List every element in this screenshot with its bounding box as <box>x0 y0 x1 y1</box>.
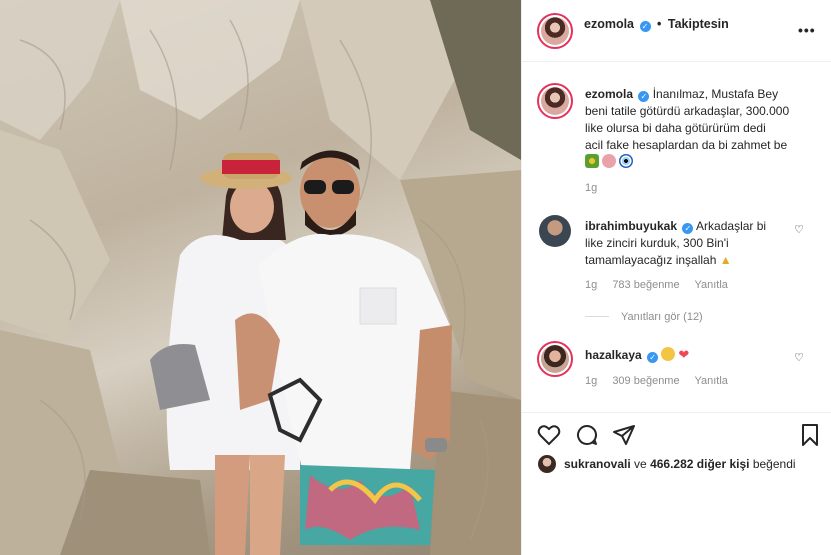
post-actions-bar <box>522 412 831 454</box>
comment-line-2: like zinciri kurduk, 300 Bin'i <box>585 236 729 250</box>
bookmark-icon[interactable] <box>798 423 822 447</box>
follow-status-button[interactable]: Takiptesin <box>668 17 729 31</box>
comment-text: hazalkaya ✓ ❤ <box>585 346 795 364</box>
verified-badge-icon: ✓ <box>682 223 694 234</box>
comment-username[interactable]: ibrahimbuyukak <box>585 219 677 233</box>
comment-timestamp: 1g <box>585 375 598 387</box>
caption-line-2: beni tatile götürdü arkadaşlar, 300.000 <box>585 104 790 118</box>
laughing-emoji-icon <box>661 347 676 361</box>
author-username[interactable]: ezomola <box>584 17 634 31</box>
post-photo[interactable] <box>0 0 521 555</box>
comment-like-icon[interactable]: ♡ <box>794 223 804 236</box>
replies-divider <box>585 316 609 317</box>
commenter-avatar[interactable] <box>537 341 573 377</box>
caption-line-4: acil fake hesaplardan da bi zahmet be <box>585 138 788 152</box>
comment-timestamp: 1g <box>585 279 598 291</box>
clover-emoji-icon <box>585 154 599 168</box>
caption-text: ezomola ✓ İnanılmaz, Mustafa Bey beni ta… <box>585 86 815 171</box>
comment-text: ibrahimbuyukak ✓ Arkadaşlar bi like zinc… <box>585 218 795 269</box>
header-line: ezomola ✓ • Takiptesin <box>584 17 729 32</box>
view-replies-label: Yanıtları gör (12) <box>621 311 703 323</box>
comment-like-count[interactable]: 309 beğenme <box>612 375 679 387</box>
commenter-avatar[interactable] <box>539 215 571 247</box>
comment-like-icon[interactable]: ♡ <box>794 351 804 364</box>
more-options-icon[interactable]: ••• <box>798 22 816 38</box>
author-avatar[interactable] <box>537 13 573 49</box>
comment-meta: 1g 783 beğenme Yanıtla <box>585 279 740 291</box>
heart-icon[interactable] <box>537 423 561 447</box>
liked-by-line: sukranovali ve 466.282 diğer kişi beğend… <box>538 455 796 473</box>
caption-avatar[interactable] <box>537 83 573 119</box>
liked-by-suffix: beğendi <box>752 457 796 471</box>
comment-line-1: Arkadaşlar bi <box>696 219 767 233</box>
caption-line-1: İnanılmaz, Mustafa Bey <box>652 87 779 101</box>
view-replies-button[interactable]: Yanıtları gör (12) <box>585 311 703 323</box>
reply-button[interactable]: Yanıtla <box>694 375 727 387</box>
caption-line-3: like olursa bi daha götürürüm dedi <box>585 121 766 135</box>
evil-eye-emoji-icon <box>619 154 633 168</box>
red-heart-emoji-icon: ❤ <box>678 347 690 362</box>
liker-avatar[interactable] <box>538 455 556 473</box>
couple-on-rocks-image <box>0 0 521 555</box>
comment-line-3: tamamlayacağız inşallah <box>585 253 717 267</box>
comment-like-count[interactable]: 783 beğenme <box>612 279 679 291</box>
post-side-panel: ezomola ✓ • Takiptesin ••• ezomola ✓ İna… <box>521 0 831 555</box>
comment-icon[interactable] <box>575 423 599 447</box>
brain-emoji-icon <box>602 154 616 168</box>
caption-username[interactable]: ezomola <box>585 87 633 101</box>
comment-username[interactable]: hazalkaya <box>585 348 642 362</box>
liked-by-connector: ve <box>634 457 647 471</box>
verified-badge-icon: ✓ <box>639 21 651 32</box>
share-icon[interactable] <box>612 423 636 447</box>
like-count-link[interactable]: 466.282 diğer kişi <box>650 457 749 471</box>
separator-dot: • <box>656 17 662 31</box>
caption-timestamp: 1g <box>585 182 598 194</box>
comment-meta: 1g 309 beğenme Yanıtla <box>585 375 740 387</box>
reply-button[interactable]: Yanıtla <box>694 279 727 291</box>
post-header: ezomola ✓ • Takiptesin ••• <box>522 0 831 62</box>
pray-emoji-icon: ▲ <box>719 253 732 267</box>
verified-badge-icon: ✓ <box>647 352 659 363</box>
verified-badge-icon: ✓ <box>638 91 650 102</box>
liker-username[interactable]: sukranovali <box>564 457 631 471</box>
